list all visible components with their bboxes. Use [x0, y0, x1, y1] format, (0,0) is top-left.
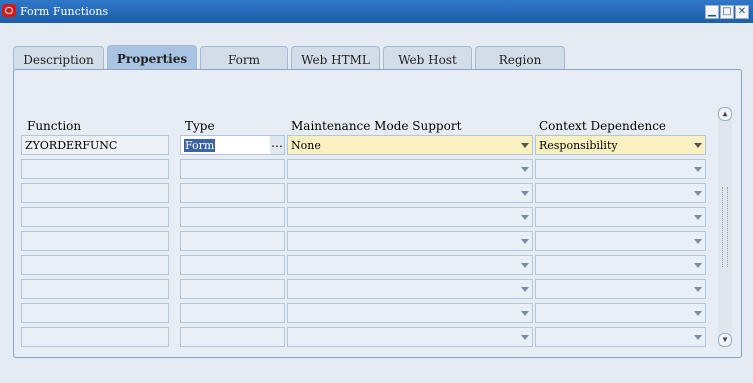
function-cell[interactable] — [21, 327, 169, 347]
chevron-down-icon — [521, 263, 529, 268]
tab-form[interactable]: Form — [200, 46, 288, 70]
maintenance-mode-select[interactable] — [287, 279, 533, 299]
maintenance-mode-select[interactable] — [287, 231, 533, 251]
chevron-down-icon — [694, 311, 702, 316]
column-header-function: Function — [27, 119, 82, 133]
tab-region[interactable]: Region — [475, 46, 565, 70]
chevron-down-icon — [694, 167, 702, 172]
maintenance-mode-select[interactable] — [287, 159, 533, 179]
context-dependence-select[interactable] — [535, 231, 706, 251]
column-header-type: Type — [185, 119, 215, 133]
function-cell[interactable] — [21, 159, 169, 179]
type-cell[interactable] — [180, 255, 285, 275]
type-cell[interactable] — [180, 183, 285, 203]
type-cell[interactable] — [180, 279, 285, 299]
chevron-down-icon — [521, 311, 529, 316]
list-of-values-button[interactable]: … — [270, 136, 284, 154]
tab-web-host[interactable]: Web Host — [383, 46, 472, 70]
column-header-maintenance-mode: Maintenance Mode Support — [291, 119, 462, 133]
chevron-down-icon — [694, 191, 702, 196]
function-cell[interactable] — [21, 231, 169, 251]
function-cell[interactable]: ZYORDERFUNC — [21, 135, 169, 155]
chevron-down-icon — [694, 287, 702, 292]
window-titlebar: Form Functions ▁ □ ✕ — [0, 0, 753, 23]
chevron-down-icon — [694, 263, 702, 268]
context-dependence-select[interactable] — [535, 327, 706, 347]
context-dependence-value: Responsibility — [539, 139, 618, 152]
function-cell[interactable] — [21, 183, 169, 203]
scrollbar-thumb[interactable] — [722, 187, 728, 267]
context-dependence-select[interactable] — [535, 183, 706, 203]
function-cell[interactable] — [21, 255, 169, 275]
maintenance-mode-select[interactable] — [287, 327, 533, 347]
context-dependence-select[interactable] — [535, 255, 706, 275]
chevron-down-icon — [521, 239, 529, 244]
type-cell[interactable]: Form … — [180, 135, 285, 155]
maintenance-mode-select[interactable] — [287, 303, 533, 323]
tab-description[interactable]: Description — [13, 46, 104, 70]
function-cell[interactable] — [21, 279, 169, 299]
scroll-up-button[interactable]: ▲ — [718, 107, 732, 121]
type-cell[interactable] — [180, 327, 285, 347]
maintenance-mode-select[interactable] — [287, 255, 533, 275]
scroll-down-button[interactable]: ▼ — [718, 333, 732, 347]
context-dependence-select[interactable] — [535, 159, 706, 179]
type-cell[interactable] — [180, 207, 285, 227]
type-cell[interactable] — [180, 231, 285, 251]
maintenance-mode-value: None — [291, 139, 321, 152]
minimize-button[interactable]: ▁ — [705, 5, 719, 19]
maintenance-mode-select[interactable]: None — [287, 135, 533, 155]
chevron-down-icon — [694, 335, 702, 340]
context-dependence-select[interactable]: Responsibility — [535, 135, 706, 155]
context-dependence-select[interactable] — [535, 303, 706, 323]
maximize-button[interactable]: □ — [720, 5, 734, 19]
chevron-down-icon — [521, 143, 529, 148]
tab-web-html[interactable]: Web HTML — [291, 46, 380, 70]
type-cell[interactable] — [180, 159, 285, 179]
chevron-down-icon — [694, 239, 702, 244]
type-cell[interactable] — [180, 303, 285, 323]
chevron-down-icon — [521, 287, 529, 292]
chevron-down-icon — [694, 215, 702, 220]
context-dependence-select[interactable] — [535, 279, 706, 299]
chevron-down-icon — [521, 191, 529, 196]
type-value: Form — [184, 139, 216, 152]
column-header-context-dependence: Context Dependence — [539, 119, 667, 133]
chevron-down-icon — [521, 215, 529, 220]
tab-properties[interactable]: Properties — [107, 45, 197, 70]
chevron-down-icon — [521, 167, 529, 172]
window-title: Form Functions — [20, 5, 109, 18]
oracle-logo-icon — [2, 4, 16, 17]
context-dependence-select[interactable] — [535, 207, 706, 227]
chevron-down-icon — [521, 335, 529, 340]
function-cell[interactable] — [21, 303, 169, 323]
maintenance-mode-select[interactable] — [287, 183, 533, 203]
chevron-down-icon — [694, 143, 702, 148]
function-cell[interactable] — [21, 207, 169, 227]
vertical-scrollbar[interactable]: ▲ ▼ — [718, 107, 732, 347]
close-button[interactable]: ✕ — [735, 5, 749, 19]
maintenance-mode-select[interactable] — [287, 207, 533, 227]
